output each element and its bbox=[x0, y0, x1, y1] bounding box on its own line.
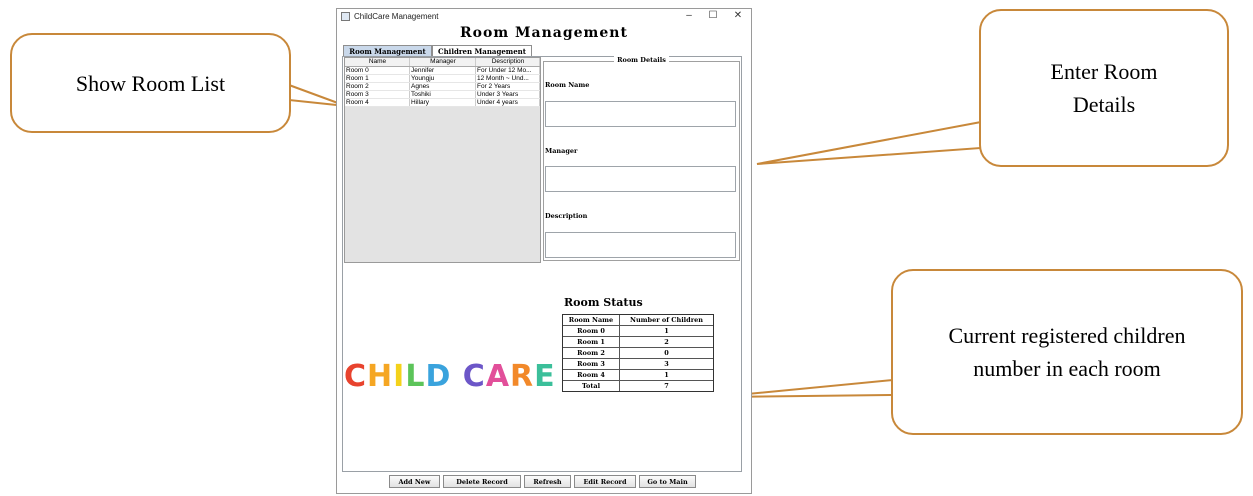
window-title: ChildCare Management bbox=[354, 12, 439, 21]
maximize-icon[interactable]: ☐ bbox=[705, 10, 721, 21]
cell-description: 12 Month ~ Und... bbox=[476, 75, 540, 82]
room-name-label: Room Name bbox=[545, 81, 590, 89]
room-list-table[interactable]: Name Manager Description Room 0 Jennifer… bbox=[344, 57, 541, 263]
status-row: Room 4 1 bbox=[563, 370, 713, 381]
app-window: ChildCare Management – ☐ ✕ Room Manageme… bbox=[336, 8, 752, 494]
cell-description: For Under 12 Mo... bbox=[476, 67, 540, 74]
cell-manager: Agnes bbox=[410, 83, 476, 90]
status-header-count: Number of Children bbox=[630, 316, 703, 324]
cell-name: Room 1 bbox=[345, 75, 410, 82]
cell-name: Room 3 bbox=[345, 91, 410, 98]
add-new-button[interactable]: Add New bbox=[389, 475, 440, 488]
column-header-manager[interactable]: Manager bbox=[410, 58, 476, 66]
cell-name: Room 4 bbox=[345, 99, 410, 106]
room-name-field[interactable] bbox=[545, 101, 736, 127]
table-row[interactable]: Room 4 Hillary Under 4 years bbox=[345, 99, 540, 107]
table-header: Name Manager Description bbox=[345, 58, 540, 67]
column-header-description[interactable]: Description bbox=[476, 58, 540, 66]
callout-current-children: Current registered children number in ea… bbox=[891, 269, 1243, 435]
cell-description: Under 4 years bbox=[476, 99, 540, 106]
logo-letter: L bbox=[405, 359, 426, 394]
table-row[interactable]: Room 2 Agnes For 2 Years bbox=[345, 83, 540, 91]
logo-letter: D bbox=[425, 359, 452, 394]
status-total-label: Total bbox=[563, 381, 620, 391]
logo-letter: A bbox=[485, 359, 511, 394]
logo-letter: H bbox=[367, 359, 394, 394]
manager-label: Manager bbox=[545, 147, 578, 155]
room-details-legend: Room Details bbox=[544, 56, 739, 64]
status-total-row: Total 7 bbox=[563, 381, 713, 391]
logo-letter: R bbox=[510, 359, 535, 394]
cell-description: Under 3 Years bbox=[476, 91, 540, 98]
status-row: Room 1 2 bbox=[563, 337, 713, 348]
table-row[interactable]: Room 3 Toshiki Under 3 Years bbox=[345, 91, 540, 99]
status-count: 2 bbox=[664, 338, 669, 346]
app-icon bbox=[341, 12, 350, 21]
status-row: Room 2 0 bbox=[563, 348, 713, 359]
close-icon[interactable]: ✕ bbox=[730, 10, 746, 21]
description-field[interactable] bbox=[545, 232, 736, 258]
page-title: Room Management bbox=[460, 25, 628, 41]
status-count: 1 bbox=[664, 327, 669, 335]
status-count: 3 bbox=[664, 360, 669, 368]
status-row: Room 3 3 bbox=[563, 359, 713, 370]
status-row: Room 0 1 bbox=[563, 326, 713, 337]
manager-field[interactable] bbox=[545, 166, 736, 192]
status-room: Room 4 bbox=[563, 370, 620, 380]
table-row[interactable]: Room 0 Jennifer For Under 12 Mo... bbox=[345, 67, 540, 75]
status-total-count: 7 bbox=[664, 382, 669, 390]
refresh-button[interactable]: Refresh bbox=[524, 475, 571, 488]
cell-manager: Hillary bbox=[410, 99, 476, 106]
description-label: Description bbox=[545, 212, 588, 220]
cell-manager: Youngju bbox=[410, 75, 476, 82]
cell-name: Room 0 bbox=[345, 67, 410, 74]
room-status-table: Room Name Number of Children Room 0 1 Ro… bbox=[562, 314, 714, 392]
status-room: Room 3 bbox=[563, 359, 620, 369]
child-care-logo: CHILD CARE bbox=[344, 359, 556, 394]
edit-record-button[interactable]: Edit Record bbox=[574, 475, 636, 488]
cell-manager: Toshiki bbox=[410, 91, 476, 98]
cell-description: For 2 Years bbox=[476, 83, 540, 90]
room-details-group: Room Details Room Name Manager Descripti… bbox=[543, 56, 740, 261]
cell-manager: Jennifer bbox=[410, 67, 476, 74]
go-to-main-button[interactable]: Go to Main bbox=[639, 475, 696, 488]
status-room: Room 2 bbox=[563, 348, 620, 358]
status-header-room: Room Name bbox=[563, 315, 620, 325]
cell-name: Room 2 bbox=[345, 83, 410, 90]
status-room: Room 0 bbox=[563, 326, 620, 336]
logo-letter: I bbox=[393, 359, 406, 394]
callout-show-room-list: Show Room List bbox=[10, 33, 291, 133]
callout-enter-room-details: Enter Room Details bbox=[979, 9, 1229, 167]
title-bar: ChildCare Management – ☐ ✕ bbox=[337, 9, 751, 25]
minimize-icon[interactable]: – bbox=[681, 10, 697, 21]
delete-record-button[interactable]: Delete Record bbox=[443, 475, 521, 488]
status-room: Room 1 bbox=[563, 337, 620, 347]
logo-letter: C bbox=[344, 359, 368, 394]
status-count: 1 bbox=[664, 371, 669, 379]
room-status-title: Room Status bbox=[564, 296, 643, 309]
logo-letter: C bbox=[462, 359, 486, 394]
column-header-name[interactable]: Name bbox=[345, 58, 410, 66]
status-count: 0 bbox=[664, 349, 669, 357]
logo-letter: E bbox=[534, 359, 556, 394]
table-row[interactable]: Room 1 Youngju 12 Month ~ Und... bbox=[345, 75, 540, 83]
logo-letter bbox=[451, 359, 462, 394]
leader-room-details bbox=[756, 120, 982, 165]
status-header-row: Room Name Number of Children bbox=[563, 315, 713, 326]
